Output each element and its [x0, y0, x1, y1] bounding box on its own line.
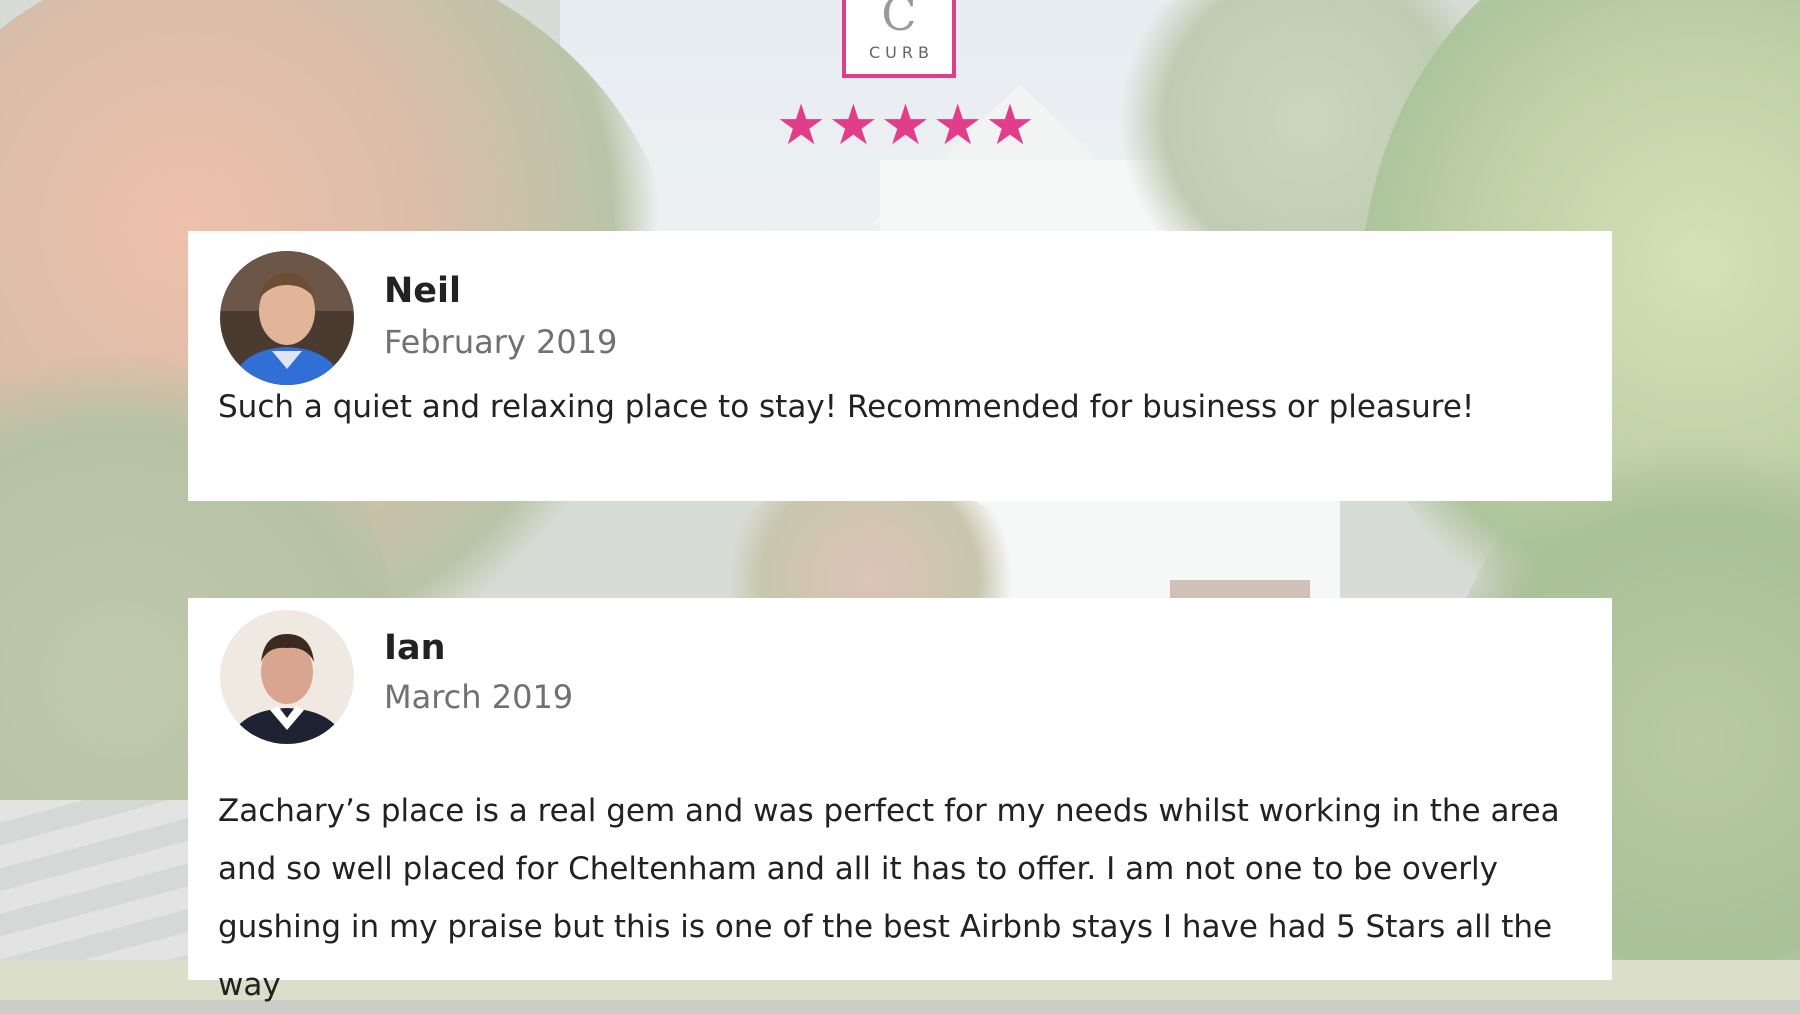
avatar-ian-icon [220, 610, 354, 744]
star-icon: ★ [880, 93, 931, 158]
star-icon: ★ [932, 93, 983, 158]
logo-mark: C [881, 0, 917, 41]
review-date: February 2019 [384, 323, 618, 361]
avatar [220, 251, 354, 385]
review-card: Neil February 2019 Such a quiet and rela… [188, 231, 1612, 501]
star-rating: ★ ★ ★ ★ ★ [776, 93, 1035, 158]
review-text: Zachary’s place is a real gem and was pe… [218, 793, 1560, 1003]
reviewer-name: Ian [384, 628, 446, 668]
logo-text: CURB [869, 43, 934, 62]
star-icon: ★ [984, 93, 1036, 158]
review-text: Such a quiet and relaxing place to stay!… [218, 389, 1475, 425]
curb-logo: C CURB [842, 0, 956, 78]
star-icon: ★ [776, 93, 827, 158]
star-icon: ★ [828, 93, 879, 158]
review-card: Ian March 2019 Zachary’s place is a real… [188, 598, 1612, 1003]
review-date: March 2019 [384, 678, 574, 716]
avatar-neil-icon [220, 251, 354, 385]
reviewer-name: Neil [384, 271, 462, 311]
avatar [220, 610, 354, 744]
